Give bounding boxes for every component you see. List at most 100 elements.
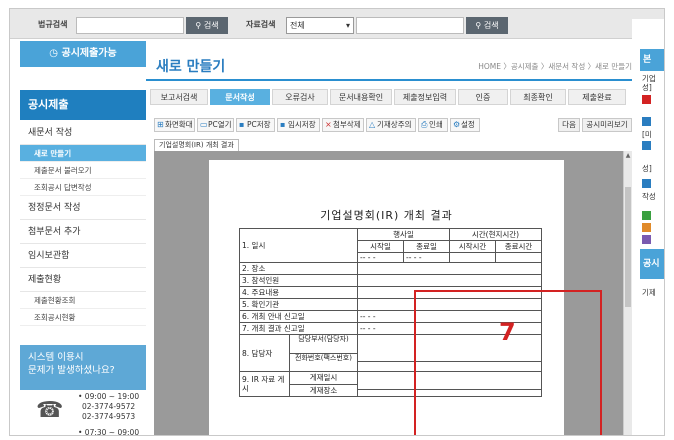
breadcrumb: HOME 〉공시제출 〉새문서 작성 〉새로 만들기 — [478, 62, 632, 71]
right-panel-heading-2: 공시 — [640, 249, 664, 279]
step-submit-info: 제출정보입력 — [394, 89, 456, 105]
sidebar-item-temp[interactable]: 임시보관함 — [20, 244, 146, 268]
temp-save-button[interactable]: ▪ 임시저장 — [277, 118, 320, 132]
sidebar-item-attach[interactable]: 첨부문서 추가 — [20, 220, 146, 244]
start-time-input[interactable] — [449, 252, 496, 263]
end-date-input[interactable]: -- - - — [403, 252, 450, 263]
data-search-input[interactable] — [356, 17, 464, 34]
disk-icon: ▪ — [239, 120, 245, 129]
data-search-select[interactable]: 전체 ▾ — [286, 17, 354, 34]
badge-icon — [642, 141, 651, 150]
viewer-scrollbar[interactable]: ▲ — [623, 151, 632, 435]
badge-icon — [642, 179, 651, 188]
col-time: 시간(현지시간) — [449, 228, 542, 241]
step-auth: 인증 — [458, 89, 508, 105]
step-content-check: 문서내용확인 — [330, 89, 392, 105]
warning-icon: △ — [369, 120, 376, 129]
help-banner[interactable]: 시스템 이용시 문제가 발생하셨나요? — [20, 345, 146, 390]
document-tab[interactable]: 기업설명회(IR) 개최 결과 — [154, 139, 239, 151]
law-search-label: 법규검색 — [38, 20, 68, 29]
scroll-thumb[interactable] — [625, 187, 631, 307]
row-notice-date-label: 6. 개최 안내 신고일 — [239, 310, 358, 323]
right-text-3: [미 — [642, 130, 652, 139]
col-end-time: 종료시간 — [495, 240, 542, 253]
editor-toolbar: ⊞화면확대 ▭PC열기 ▪ PC저장 ▪ 임시저장 ×첨부삭제 △ 기재상주의 ⎙ 인쇄… — [154, 118, 632, 132]
caution-button[interactable]: △ 기재상주의 — [366, 118, 416, 132]
post-place-label: 게재장소 — [309, 385, 338, 395]
page-title: 새로 만들기 — [156, 59, 226, 75]
phone-icon: ☎ — [36, 398, 64, 423]
sidebar-item-load[interactable]: 제출문서 불러오기 — [20, 162, 146, 179]
annotation-number: 7 — [499, 318, 516, 346]
sidebar-heading: 공시제출 — [20, 90, 146, 120]
start-date-input[interactable]: -- - - — [357, 252, 404, 263]
badge-icon — [642, 223, 651, 232]
pc-save-button[interactable]: ▪ PC저장 — [236, 118, 275, 132]
plus-icon: ⊞ — [157, 120, 164, 129]
right-panel: 본 기업 성] [미 성] 작성 공시 기제 — [632, 19, 664, 435]
sidebar-item-status[interactable]: 제출현황 — [20, 268, 146, 292]
step-doc-write: 문서작성 — [210, 89, 270, 105]
submit-possible-badge[interactable]: ◷ 공시제출가능 — [20, 41, 146, 67]
sidebar-item-new-doc[interactable]: 새문서 작성 — [20, 121, 146, 145]
right-panel-heading: 본 — [640, 49, 664, 71]
right-text-4: 성] — [642, 164, 652, 173]
scroll-up-icon[interactable]: ▲ — [624, 152, 632, 159]
phone-info: ☎ • 09:00 ~ 19:00 02-3774-9572 02-3774-9… — [20, 390, 146, 435]
preview-button[interactable]: 공시미리보기 — [582, 118, 632, 132]
row-date-label: 1. 일시 — [239, 228, 358, 263]
col-start-date: 시작일 — [357, 240, 404, 253]
document-page: 기업설명회(IR) 개최 결과 1. 일시 행사일 시간(현지시간) 시작일 종… — [209, 160, 602, 435]
badge-icon — [642, 235, 651, 244]
settings-button[interactable]: ⚙설정 — [450, 118, 480, 132]
disk-icon: ▪ — [280, 120, 286, 129]
law-search-button[interactable]: ⚲ 검색 — [186, 17, 228, 34]
sidebar-item-correction[interactable]: 정정문서 작성 — [20, 196, 146, 220]
next-button[interactable]: 다음 — [558, 118, 580, 132]
place-input[interactable] — [357, 262, 542, 275]
post-date-label: 게재일시 — [290, 372, 357, 385]
printer-icon: ⎙ — [421, 120, 428, 129]
col-event-date: 행사일 — [357, 228, 450, 241]
badge-icon — [642, 95, 651, 104]
title-divider — [146, 79, 632, 81]
search-icon: ⚲ — [195, 21, 204, 30]
highlight-box — [414, 290, 602, 435]
row-contact: 8. 담당자 담당부서(담당자) 전화번호(팩스번호) — [239, 334, 358, 372]
row-attendees-label: 3. 참석인원 — [239, 274, 358, 287]
step-error-check: 오류검사 — [272, 89, 328, 105]
main-content: 새로 만들기 HOME 〉공시제출 〉새문서 작성 〉새로 만들기 보고서검색 … — [146, 41, 632, 435]
col-end-date: 종료일 — [403, 240, 450, 253]
contact-dept-label: 담당부서(담당자) — [290, 335, 357, 354]
row-result-date-label: 7. 개최 결과 신고일 — [239, 322, 358, 335]
document-viewer: 기업설명회(IR) 개최 결과 1. 일시 행사일 시간(현지시간) 시작일 종… — [154, 151, 632, 435]
step-report-search: 보고서검색 — [150, 89, 208, 105]
badge-icon — [642, 117, 651, 126]
attendees-input[interactable] — [357, 274, 542, 287]
sidebar-item-inquiry[interactable]: 조회공시현황 — [20, 309, 146, 326]
print-button[interactable]: ⎙ 인쇄 — [418, 118, 448, 132]
data-search-button[interactable]: ⚲ 검색 — [466, 17, 508, 34]
badge-icon — [642, 211, 651, 220]
sidebar-item-new[interactable]: 새로 만들기 — [20, 145, 146, 162]
sidebar-item-status-query[interactable]: 제출현황조회 — [20, 292, 146, 309]
chevron-down-icon: ▾ — [345, 21, 350, 30]
search-icon: ⚲ — [475, 21, 484, 30]
law-search-input[interactable] — [76, 17, 184, 34]
col-start-time: 시작시간 — [449, 240, 496, 253]
right-text-2: 성] — [642, 83, 652, 92]
document-title: 기업설명회(IR) 개최 결과 — [320, 209, 453, 222]
right-text-5: 작성 — [642, 192, 656, 201]
row-agency-label: 5. 확인기관 — [239, 298, 358, 311]
top-search-bar: 법규검색 ⚲ 검색 자료검색 전체 ▾ ⚲ 검색 — [10, 9, 664, 39]
close-icon: × — [325, 120, 332, 129]
row-place-label: 2. 장소 — [239, 262, 358, 275]
monitor-icon: ▭ — [200, 120, 208, 129]
attach-delete-button[interactable]: ×첨부삭제 — [322, 118, 364, 132]
data-search-label: 자료검색 — [246, 20, 276, 29]
sidebar-item-reply[interactable]: 조회공시 답변작성 — [20, 179, 146, 196]
step-complete: 제출완료 — [568, 89, 626, 105]
end-time-input[interactable] — [495, 252, 542, 263]
zoom-button[interactable]: ⊞화면확대 — [154, 118, 195, 132]
pc-open-button[interactable]: ▭PC열기 — [197, 118, 234, 132]
